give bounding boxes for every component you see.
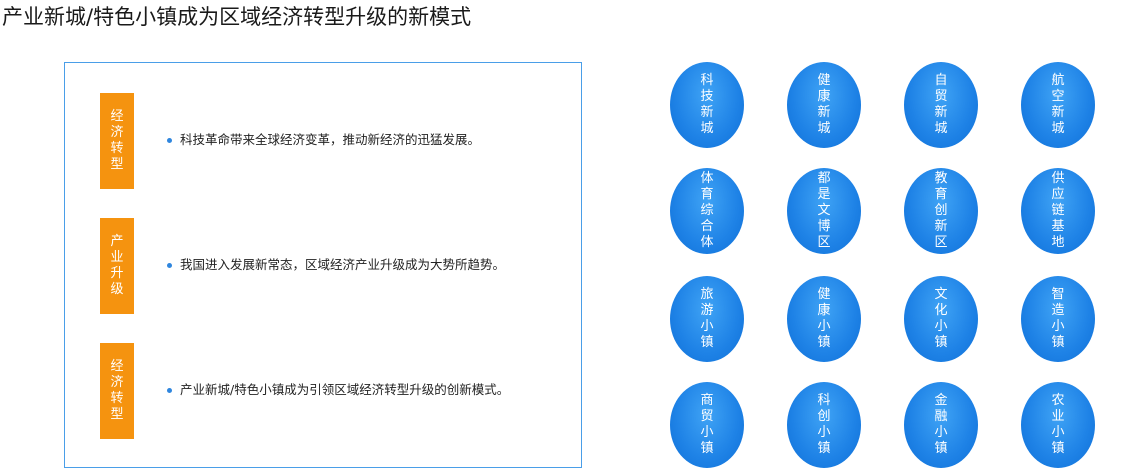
category-circle: 商贸小镇 bbox=[670, 382, 744, 468]
category-circle: 教育创新区 bbox=[904, 168, 978, 254]
category-circle: 金融小镇 bbox=[904, 382, 978, 468]
category-label: 商贸小镇 bbox=[700, 393, 714, 456]
category-circle: 农业小镇 bbox=[1021, 382, 1095, 468]
category-label: 科创小镇 bbox=[817, 393, 831, 456]
category-circle: 文化小镇 bbox=[904, 276, 978, 362]
category-label: 健康新城 bbox=[817, 73, 831, 136]
category-label: 体育综合体 bbox=[700, 171, 714, 250]
bullet-dot-icon bbox=[167, 263, 172, 268]
row-tag: 经济转型 bbox=[100, 343, 134, 439]
category-label: 旅游小镇 bbox=[700, 287, 714, 350]
category-label: 供应链基地 bbox=[1051, 171, 1065, 250]
category-circle: 自贸新城 bbox=[904, 62, 978, 148]
category-circle: 科技新城 bbox=[670, 62, 744, 148]
row-description: 产业新城/特色小镇成为引领区域经济转型升级的创新模式。 bbox=[180, 382, 510, 397]
category-circle: 智造小镇 bbox=[1021, 276, 1095, 362]
info-row: 产业升级 我国进入发展新常态，区域经济产业升级成为大势所趋势。 bbox=[100, 218, 570, 314]
row-tag-label: 经济转型 bbox=[110, 359, 124, 422]
category-label: 教育创新区 bbox=[934, 171, 948, 250]
category-circle: 航空新城 bbox=[1021, 62, 1095, 148]
row-tag: 产业升级 bbox=[100, 218, 134, 314]
category-circle: 供应链基地 bbox=[1021, 168, 1095, 254]
category-label: 金融小镇 bbox=[934, 393, 948, 456]
category-circle: 健康新城 bbox=[787, 62, 861, 148]
category-circle: 科创小镇 bbox=[787, 382, 861, 468]
category-label: 科技新城 bbox=[700, 73, 714, 136]
category-circle: 体育综合体 bbox=[670, 168, 744, 254]
category-circle: 旅游小镇 bbox=[670, 276, 744, 362]
bullet-dot-icon bbox=[167, 388, 172, 393]
page-title: 产业新城/特色小镇成为区域经济转型升级的新模式 bbox=[2, 5, 472, 29]
category-circle: 都是文博区 bbox=[787, 168, 861, 254]
category-label: 文化小镇 bbox=[934, 287, 948, 350]
category-circle: 健康小镇 bbox=[787, 276, 861, 362]
row-description: 我国进入发展新常态，区域经济产业升级成为大势所趋势。 bbox=[180, 257, 506, 272]
row-tag-label: 经济转型 bbox=[110, 109, 124, 172]
category-label: 自贸新城 bbox=[934, 73, 948, 136]
info-panel: 经济转型 科技革命带来全球经济变革，推动新经济的迅猛发展。 产业升级 我国进入发… bbox=[64, 62, 582, 468]
category-label: 农业小镇 bbox=[1051, 393, 1065, 456]
row-description: 科技革命带来全球经济变革，推动新经济的迅猛发展。 bbox=[180, 132, 481, 147]
row-tag-label: 产业升级 bbox=[110, 234, 124, 297]
row-tag: 经济转型 bbox=[100, 93, 134, 189]
category-label: 航空新城 bbox=[1051, 73, 1065, 136]
bullet-dot-icon bbox=[167, 138, 172, 143]
info-row: 经济转型 产业新城/特色小镇成为引领区域经济转型升级的创新模式。 bbox=[100, 343, 570, 439]
category-label: 智造小镇 bbox=[1051, 287, 1065, 350]
category-grid: 科技新城 健康新城 自贸新城 航空新城 体育综合体 都是文博区 教育创新区 供应… bbox=[670, 62, 1100, 468]
info-row: 经济转型 科技革命带来全球经济变革，推动新经济的迅猛发展。 bbox=[100, 93, 570, 189]
category-label: 健康小镇 bbox=[817, 287, 831, 350]
category-label: 都是文博区 bbox=[817, 171, 831, 250]
